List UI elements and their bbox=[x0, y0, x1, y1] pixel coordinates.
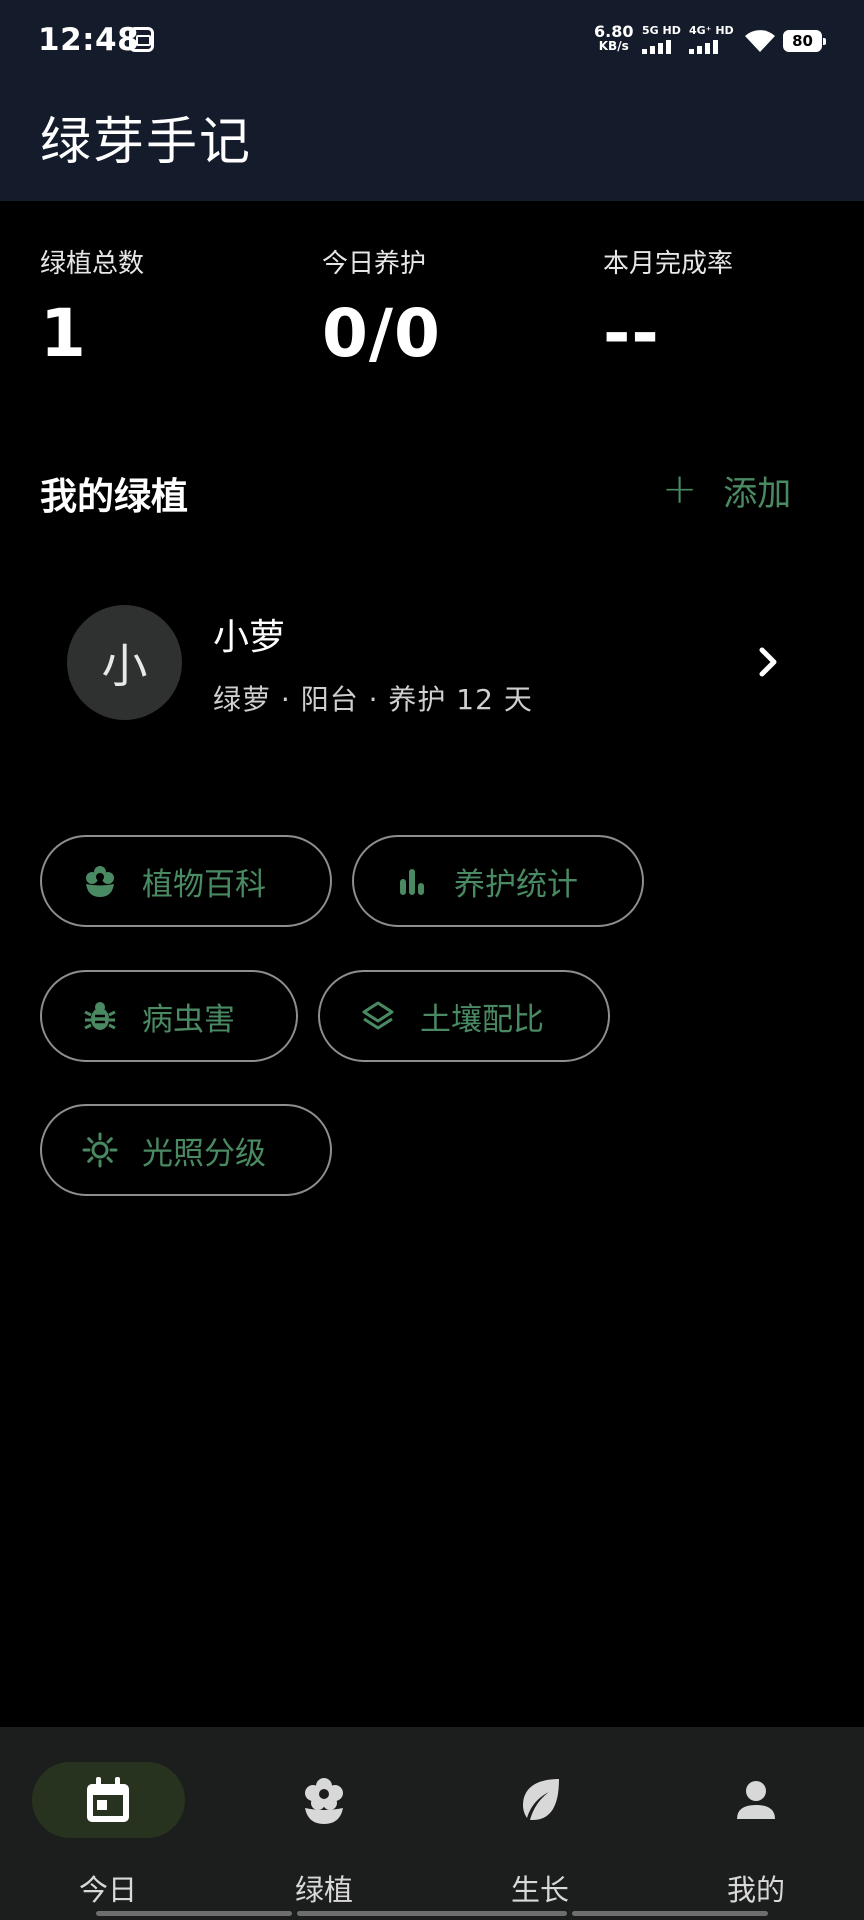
nav-plants[interactable]: 绿植 bbox=[224, 1727, 424, 1920]
chip-plant-encyclopedia[interactable]: 植物百科 bbox=[40, 835, 332, 927]
sun-icon bbox=[82, 1132, 118, 1168]
stat-value: -- bbox=[603, 295, 660, 372]
chip-pests[interactable]: 病虫害 bbox=[40, 970, 298, 1062]
sim1-label: 5G HD bbox=[642, 24, 681, 37]
notification-icon bbox=[129, 27, 154, 52]
status-time: 12:48 bbox=[38, 22, 140, 58]
nav-profile[interactable]: 我的 bbox=[656, 1727, 856, 1920]
nav-label: 生长 bbox=[510, 1873, 569, 1907]
section-title: 我的绿植 bbox=[40, 475, 188, 518]
nav-label: 绿植 bbox=[294, 1873, 353, 1907]
stat-value: 1 bbox=[40, 295, 87, 372]
chip-label: 植物百科 bbox=[142, 866, 266, 903]
chip-soil-mix[interactable]: 土壤配比 bbox=[318, 970, 610, 1062]
person-icon bbox=[737, 1781, 775, 1819]
sim2-label: 4G⁺ HD bbox=[689, 24, 734, 37]
stat-value: 0/0 bbox=[322, 295, 441, 372]
signal-icon-2: 4G⁺ HD bbox=[689, 24, 734, 54]
chip-label: 病虫害 bbox=[142, 1001, 235, 1038]
battery-icon: 80 bbox=[783, 30, 826, 52]
plant-name: 小萝 bbox=[213, 617, 286, 658]
nav-growth[interactable]: 生长 bbox=[440, 1727, 640, 1920]
status-bar: 12:48 6.80 KB/s 5G HD 4G⁺ HD 80 bbox=[0, 0, 864, 80]
gesture-bar bbox=[572, 1911, 768, 1916]
plant-list-item[interactable]: 小 小萝 绿萝 · 阳台 · 养护 12 天 bbox=[40, 594, 824, 726]
chip-label: 土壤配比 bbox=[420, 1001, 544, 1038]
nav-label: 今日 bbox=[78, 1873, 137, 1907]
stat-label: 绿植总数 bbox=[40, 249, 145, 279]
nav-today[interactable]: 今日 bbox=[8, 1727, 208, 1920]
net-speed-unit: KB/s bbox=[598, 39, 629, 53]
plus-icon: + bbox=[662, 463, 698, 513]
gesture-bar bbox=[96, 1911, 292, 1916]
add-plant-button[interactable]: + 添加 bbox=[662, 466, 791, 515]
app-title: 绿芽手记 bbox=[40, 113, 253, 172]
chip-label: 养护统计 bbox=[454, 866, 578, 903]
bug-icon bbox=[84, 1002, 116, 1030]
calendar-icon bbox=[87, 1777, 129, 1822]
plant-meta: 绿萝 · 阳台 · 养护 12 天 bbox=[213, 683, 533, 716]
bottom-nav: 今日 绿植 生长 我的 bbox=[0, 1727, 864, 1920]
gesture-bar bbox=[297, 1911, 567, 1916]
plant-avatar: 小 bbox=[67, 605, 182, 720]
signal-icon: 5G HD bbox=[642, 24, 681, 54]
bar-chart-icon bbox=[400, 869, 424, 895]
chip-light-level[interactable]: 光照分级 bbox=[40, 1104, 332, 1196]
chevron-right-icon bbox=[759, 647, 777, 677]
flower-icon bbox=[86, 866, 114, 897]
stat-today-care: 今日养护 0/0 bbox=[322, 243, 441, 372]
layers-icon bbox=[362, 1001, 394, 1030]
stat-label: 今日养护 bbox=[322, 249, 427, 279]
stat-total-plants: 绿植总数 1 bbox=[40, 243, 144, 372]
stat-month-rate: 本月完成率 -- bbox=[603, 243, 733, 372]
nav-label: 我的 bbox=[726, 1873, 785, 1907]
net-speed-value: 6.80 bbox=[594, 22, 634, 41]
net-speed: 6.80 KB/s bbox=[594, 24, 633, 54]
chip-care-stats[interactable]: 养护统计 bbox=[352, 835, 644, 927]
add-label: 添加 bbox=[723, 474, 792, 514]
flower-icon bbox=[305, 1778, 343, 1824]
leaf-icon bbox=[523, 1779, 559, 1821]
app-top-bar: 12:48 6.80 KB/s 5G HD 4G⁺ HD 80 绿芽手记 bbox=[0, 0, 864, 201]
stat-label: 本月完成率 bbox=[603, 249, 734, 279]
wifi-icon bbox=[745, 30, 775, 52]
chip-label: 光照分级 bbox=[142, 1135, 266, 1172]
